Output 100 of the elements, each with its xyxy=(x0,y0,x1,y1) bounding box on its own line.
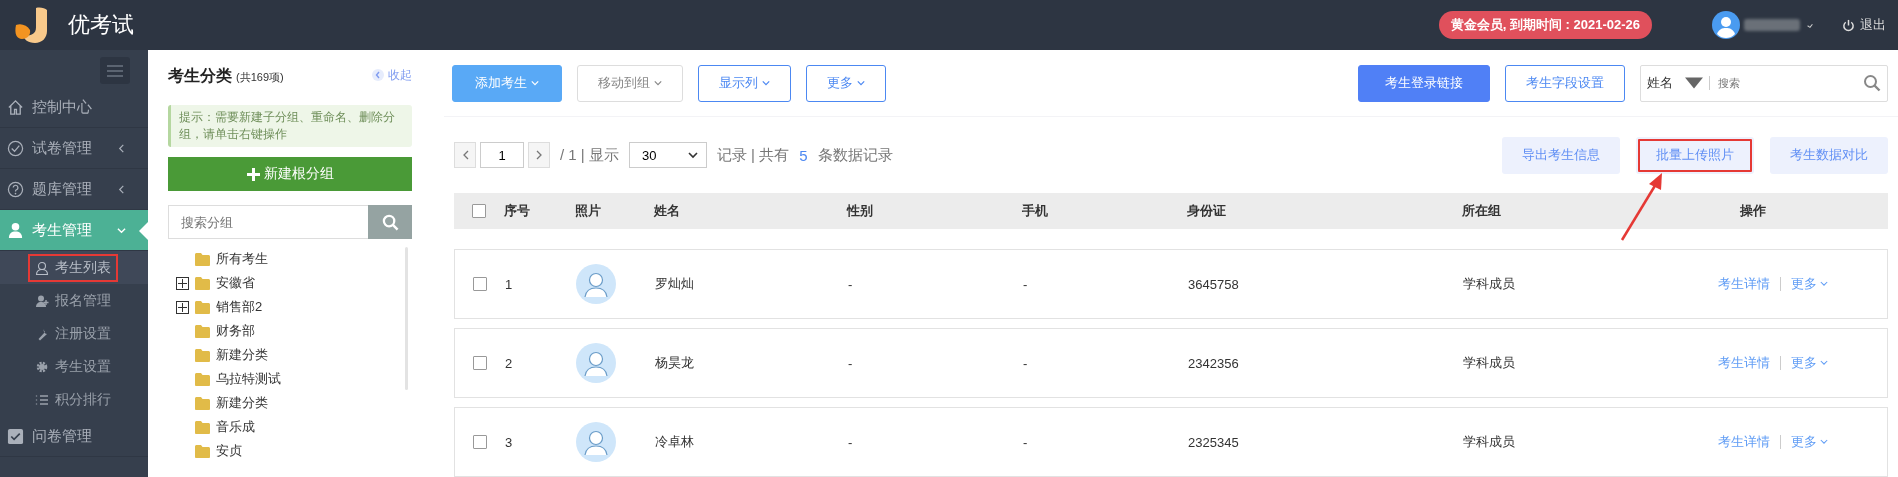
caret-icon xyxy=(1820,281,1828,287)
table-cell-text: 2342356 xyxy=(1188,355,1240,371)
checkbox[interactable] xyxy=(473,356,487,370)
column-header: 手机 xyxy=(1022,202,1049,220)
plus-icon xyxy=(246,167,260,181)
table-cell-text: 学科成员 xyxy=(1463,433,1516,451)
submenu-item[interactable]: 积分排行 xyxy=(28,385,118,414)
caret-icon xyxy=(1806,21,1814,29)
group-search-field[interactable]: 搜索分组 xyxy=(168,205,368,239)
caret-icon xyxy=(857,79,865,87)
column-header: 序号 xyxy=(504,202,531,220)
folder-icon xyxy=(195,324,210,338)
expand-toggle[interactable] xyxy=(176,276,189,290)
search-icon[interactable] xyxy=(1863,74,1881,92)
avatar-icon xyxy=(576,422,616,462)
folder-icon xyxy=(195,348,210,362)
column-header: 照片 xyxy=(575,202,602,220)
column-header: 身份证 xyxy=(1187,202,1227,220)
submenu-item[interactable]: 报名管理 xyxy=(28,286,118,315)
avatar-icon[interactable] xyxy=(1712,11,1740,39)
folder-icon xyxy=(195,276,210,290)
caret-icon xyxy=(1820,360,1828,366)
category-count: (共169项) xyxy=(236,70,284,85)
detail-link[interactable]: 考生详情 xyxy=(1718,433,1770,451)
table-cell-text: - xyxy=(848,434,854,450)
tree-item[interactable]: 安徽省 xyxy=(216,274,255,292)
caret-icon xyxy=(531,79,539,87)
previous-page-button[interactable] xyxy=(454,142,476,168)
caret-icon xyxy=(654,79,662,87)
toolbar-button[interactable]: 更多 xyxy=(806,64,886,102)
menu-icon xyxy=(107,64,123,77)
caret-icon xyxy=(687,151,698,159)
tree-item[interactable]: 安贞 xyxy=(216,442,242,460)
tree-item[interactable]: 财务部 xyxy=(216,322,255,340)
table-cell-text: 2325345 xyxy=(1188,434,1240,450)
more-link[interactable]: 更多 xyxy=(1791,433,1828,451)
checkbox[interactable] xyxy=(473,435,487,449)
page-size-select[interactable]: 30 xyxy=(628,142,707,168)
power-icon xyxy=(1842,18,1855,32)
column-header: 姓名 xyxy=(654,202,681,220)
gear-icon xyxy=(35,359,49,374)
checkbox-icon xyxy=(7,427,24,445)
submenu-item[interactable]: 考生列表 xyxy=(28,253,118,282)
sidebar-item[interactable]: 考生管理 xyxy=(0,210,148,251)
tree-item[interactable]: 乌拉特测试 xyxy=(216,370,281,388)
toolbar-button[interactable]: 显示列 xyxy=(698,64,791,102)
submenu-item[interactable]: 注册设置 xyxy=(28,319,118,348)
collapse-link[interactable]: 收起 xyxy=(372,66,412,84)
tree-item[interactable]: 音乐成 xyxy=(216,418,255,436)
page-field[interactable]: 1 xyxy=(480,142,524,168)
submenu-item[interactable]: 考生设置 xyxy=(28,352,118,381)
table-cell-text: 杨昊龙 xyxy=(655,354,695,372)
panel-title: 考生分类 xyxy=(168,66,232,86)
search-icon xyxy=(381,213,399,231)
next-page-button[interactable] xyxy=(528,142,550,168)
action-button[interactable]: 批量上传照片 xyxy=(1636,136,1754,174)
column-header: 操作 xyxy=(1739,202,1767,220)
list-icon xyxy=(35,392,49,407)
help-icon xyxy=(7,180,24,198)
tree-item[interactable]: 所有考生 xyxy=(216,250,268,268)
avatar-icon xyxy=(576,264,616,304)
logo-text: 优考试 xyxy=(68,11,134,39)
expand-toggle[interactable] xyxy=(176,300,189,314)
search-button[interactable] xyxy=(368,205,412,239)
check-circle-icon xyxy=(7,139,24,157)
action-button[interactable]: 导出考生信息 xyxy=(1502,136,1620,174)
checkbox[interactable] xyxy=(473,277,487,291)
tree-item[interactable]: 新建分类 xyxy=(216,346,268,364)
detail-link[interactable]: 考生详情 xyxy=(1718,354,1770,372)
chevron-left-icon xyxy=(461,150,469,160)
tip-message: 提示：需要新建子分组、重命名、删除分组，请单击右键操作 xyxy=(168,105,412,147)
checkbox[interactable] xyxy=(472,204,486,218)
toolbar-button[interactable]: 考生字段设置 xyxy=(1505,64,1625,102)
tree-item[interactable]: 新建分类 xyxy=(216,394,268,412)
more-link[interactable]: 更多 xyxy=(1791,354,1828,372)
toolbar-button[interactable]: 添加考生 xyxy=(452,64,562,102)
sidebar-item[interactable]: 问卷管理 xyxy=(0,416,148,457)
menu-button[interactable] xyxy=(100,57,130,84)
detail-link[interactable]: 考生详情 xyxy=(1718,275,1770,293)
tree-item[interactable]: 销售部2 xyxy=(216,298,263,316)
column-header: 所在组 xyxy=(1462,202,1502,220)
table-cell-text: - xyxy=(1023,355,1029,371)
user-outline-icon xyxy=(35,260,49,275)
table-cell-text: 学科成员 xyxy=(1463,275,1516,293)
logout-button[interactable]: 退出 xyxy=(1842,16,1886,34)
table-cell-text: 学科成员 xyxy=(1463,354,1516,372)
membership-badge: 黄金会员, 到期时间 : 2021-02-26 xyxy=(1438,11,1652,39)
caret-icon xyxy=(1820,439,1828,445)
new-root-group-button[interactable]: 新建根分组 xyxy=(168,157,412,191)
more-link[interactable]: 更多 xyxy=(1791,275,1828,293)
home-icon xyxy=(7,98,24,116)
folder-icon xyxy=(195,300,210,314)
table-cell-text: - xyxy=(1023,276,1029,292)
record-summary: 记录 | 共有 xyxy=(716,145,790,165)
table-cell-text: 2 xyxy=(505,355,514,371)
field-select[interactable]: 姓名 xyxy=(1641,65,1709,101)
toolbar-button[interactable]: 考生登录链接 xyxy=(1358,64,1490,102)
toolbar-button[interactable]: 移动到组 xyxy=(577,64,683,102)
table-cell-text: 1 xyxy=(505,276,514,292)
action-button[interactable]: 考生数据对比 xyxy=(1770,136,1888,174)
